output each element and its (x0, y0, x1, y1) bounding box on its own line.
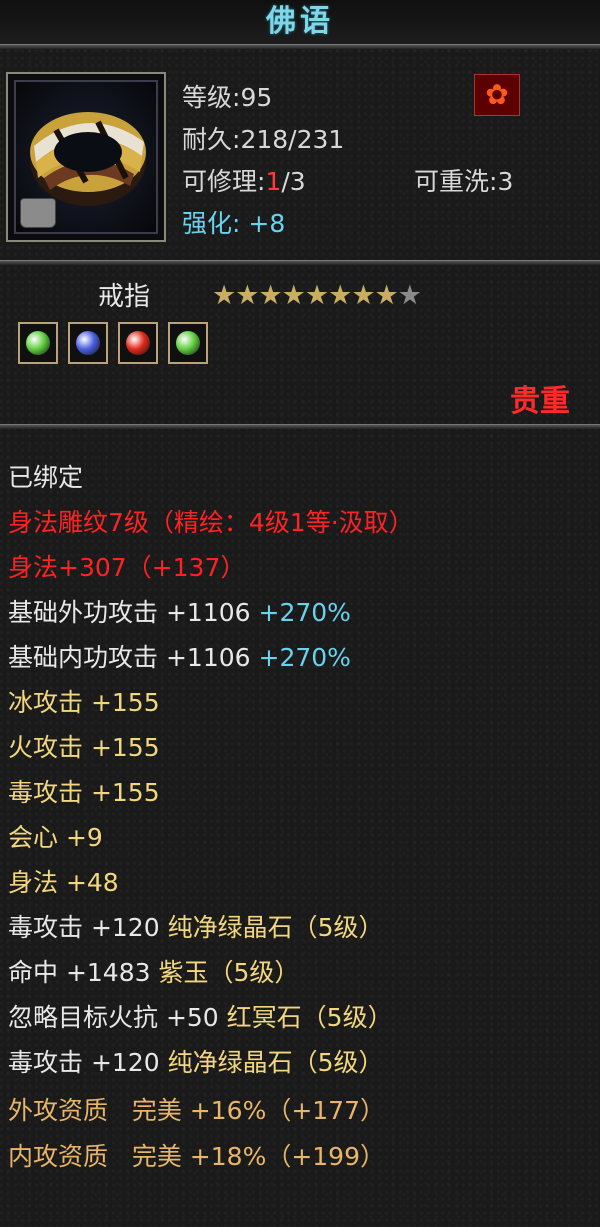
rewash-row: 可重洗:3 (414, 167, 514, 196)
star-filled-icon: ★ (351, 280, 375, 311)
int-aptitude-line: 内攻资质 完美 +18%（+199） (8, 1142, 385, 1171)
item-type: 戒指 (98, 282, 151, 312)
quality-label: 贵重 (510, 384, 570, 419)
star-rating: ★★★★★★★★★ (212, 280, 422, 312)
ext-atk-line: 基础外功攻击 +1106 +270% (8, 598, 351, 627)
repair-row: 可修理:1/3 (182, 167, 306, 196)
star-empty-icon: ★ (397, 280, 422, 311)
divider (0, 44, 600, 49)
title-bar: 佛语 (0, 0, 600, 44)
star-filled-icon: ★ (374, 280, 399, 311)
green-gem-icon[interactable] (18, 322, 58, 364)
gem-stat-line: 命中 +1483 紫玉（5级） (8, 958, 300, 987)
ice-atk-line: 冰攻击 +155 (8, 688, 160, 717)
bound-status: 已绑定 (8, 463, 84, 492)
item-icon-frame[interactable] (6, 72, 166, 242)
durability-row: 耐久:218/231 (182, 125, 345, 154)
divider (0, 424, 600, 429)
agility-line: 身法+307（+137） (8, 553, 246, 582)
engrave-line: 身法雕纹7级（精绘：4级1等·汲取） (8, 508, 414, 537)
green-gem-icon[interactable] (168, 322, 208, 364)
fire-atk-line: 火攻击 +155 (8, 733, 160, 762)
gem-stat-line: 毒攻击 +120 纯净绿晶石（5级） (8, 1048, 384, 1077)
gem-stat-line: 毒攻击 +120 纯净绿晶石（5级） (8, 913, 384, 942)
star-filled-icon: ★ (212, 280, 236, 311)
enhance-row: 强化: +8 (182, 209, 286, 238)
gem-stat-line: 忽略目标火抗 +50 红冥石（5级） (8, 1003, 393, 1032)
poison-atk-line: 毒攻击 +155 (8, 778, 160, 807)
gem-core (176, 331, 200, 355)
crit-line: 会心 +9 (8, 823, 103, 852)
star-filled-icon: ★ (328, 280, 352, 311)
red-gem-icon[interactable] (118, 322, 158, 364)
ext-aptitude-line: 外攻资质 完美 +16%（+177） (8, 1096, 385, 1125)
blue-gem-icon[interactable] (68, 322, 108, 364)
item-title: 佛语 (266, 4, 334, 39)
star-filled-icon: ★ (258, 280, 282, 311)
agility-bonus-line: 身法 +48 (8, 868, 119, 897)
star-filled-icon: ★ (281, 280, 306, 311)
int-atk-line: 基础内功攻击 +1106 +270% (8, 643, 351, 672)
level-row: 等级:95 (182, 83, 273, 112)
flame-icon: ✿ (474, 74, 520, 116)
gem-core (26, 331, 50, 355)
gem-core (76, 331, 100, 355)
bag-icon (20, 198, 56, 228)
divider (0, 260, 600, 265)
gold-ring-icon (14, 80, 158, 234)
gem-core (126, 331, 150, 355)
star-filled-icon: ★ (235, 280, 259, 311)
star-filled-icon: ★ (304, 280, 329, 311)
